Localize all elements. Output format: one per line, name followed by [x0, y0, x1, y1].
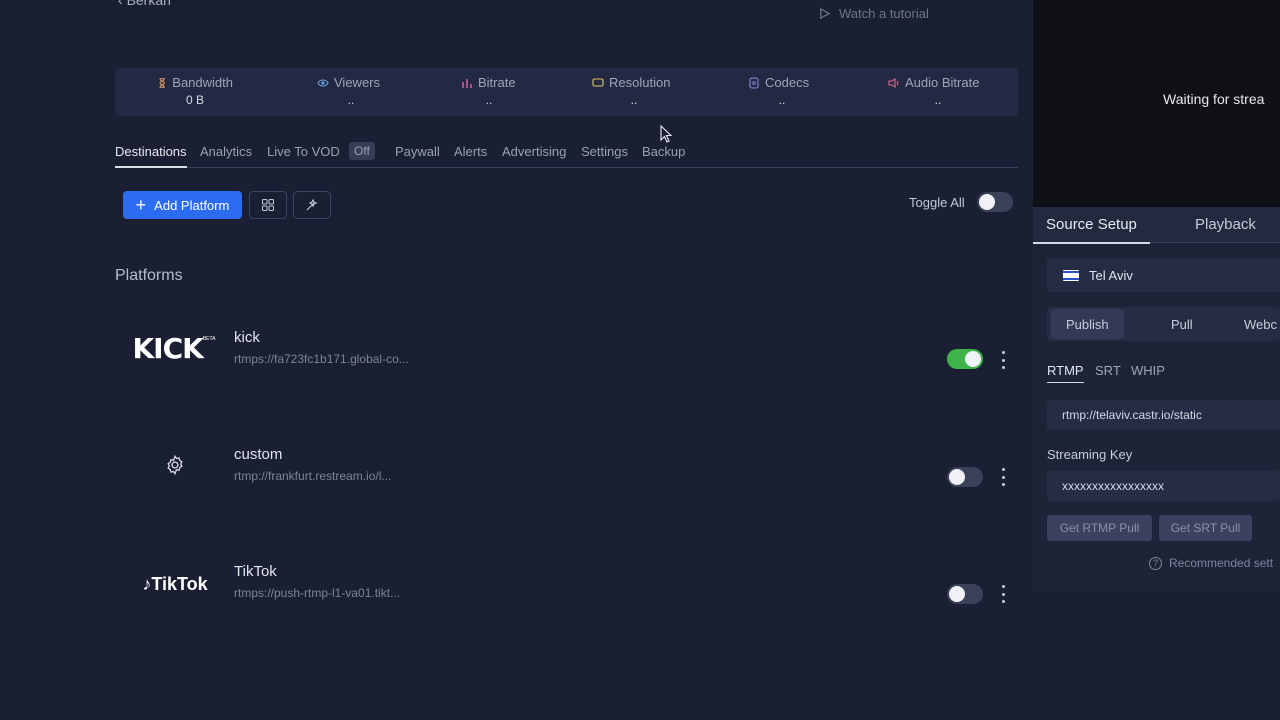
- source-panel: Source Setup Playback Tel Aviv Publish P…: [1033, 207, 1280, 592]
- get-srt-pull-button[interactable]: Get SRT Pull: [1159, 515, 1252, 541]
- tiktok-logo: ♪ TikTok: [142, 573, 208, 594]
- stat-value: 0 B: [185, 93, 204, 107]
- vod-status-badge: Off: [349, 142, 375, 160]
- protocol-whip[interactable]: WHIP: [1131, 363, 1165, 378]
- tab-advertising[interactable]: Advertising: [502, 144, 566, 159]
- stat-value: ..: [630, 93, 638, 107]
- tab-backup[interactable]: Backup: [642, 144, 685, 159]
- stat-viewers: Viewers ..: [317, 75, 385, 107]
- protocol-rtmp[interactable]: RTMP: [1047, 363, 1084, 383]
- tab-settings[interactable]: Settings: [581, 144, 628, 159]
- play-icon: [820, 7, 831, 20]
- platform-menu-button[interactable]: [1000, 351, 1006, 369]
- screen-icon: [592, 77, 604, 87]
- platform-menu-button[interactable]: [1000, 468, 1006, 486]
- switch-knob: [979, 194, 995, 210]
- stat-resolution: Resolution ..: [592, 75, 676, 107]
- stat-value: ..: [347, 93, 355, 107]
- plus-icon: +: [135, 195, 147, 215]
- switch-knob: [965, 351, 981, 367]
- stat-bandwidth: Bandwidth 0 B: [157, 75, 233, 107]
- eye-icon: [317, 78, 329, 87]
- mouse-cursor-icon: [660, 125, 672, 143]
- toggle-all-label: Toggle All: [909, 195, 965, 210]
- stream-tabs: Destinations Analytics Live To VOD Off P…: [115, 142, 1018, 168]
- stream-key-field[interactable]: xxxxxxxxxxxxxxxxx: [1047, 471, 1280, 501]
- recommended-settings-link[interactable]: ? Recommended sett: [1149, 556, 1273, 570]
- stream-preview: Waiting for strea: [1033, 0, 1280, 207]
- platform-toggle-custom[interactable]: [947, 467, 983, 487]
- add-platform-label: Add Platform: [154, 197, 230, 213]
- tab-live-to-vod[interactable]: Live To VOD: [267, 144, 340, 159]
- region-label: Tel Aviv: [1089, 267, 1133, 283]
- stat-value: ..: [485, 93, 493, 107]
- get-rtmp-pull-button[interactable]: Get RTMP Pull: [1047, 515, 1152, 541]
- stat-bitrate: Bitrate ..: [461, 75, 517, 107]
- tutorial-label: Watch a tutorial: [839, 6, 929, 21]
- platforms-heading: Platforms: [115, 267, 183, 284]
- add-platform-button[interactable]: + Add Platform: [123, 191, 242, 219]
- codec-icon: [749, 76, 759, 89]
- platform-menu-button[interactable]: [1000, 585, 1006, 603]
- tab-alerts[interactable]: Alerts: [454, 144, 487, 159]
- protocol-srt[interactable]: SRT: [1095, 363, 1121, 378]
- tab-paywall[interactable]: Paywall: [395, 144, 440, 159]
- grid-view-button[interactable]: [249, 191, 287, 219]
- tiktok-note-icon: ♪: [142, 573, 152, 594]
- stream-stats-bar: Bandwidth 0 B Viewers .. Bitrate .. Reso…: [115, 68, 1018, 116]
- preview-status: Waiting for strea: [1163, 91, 1265, 107]
- stat-value: ..: [934, 93, 942, 107]
- platform-url: rtmp://frankfurt.restream.io/l...: [234, 469, 392, 483]
- speaker-icon: [888, 77, 899, 88]
- platform-toggle-tiktok[interactable]: [947, 584, 983, 604]
- israel-flag-icon: [1063, 269, 1079, 281]
- region-selector[interactable]: Tel Aviv: [1047, 258, 1280, 292]
- gear-icon: [160, 451, 190, 479]
- platform-name: TikTok: [234, 563, 277, 580]
- source-tabs: Source Setup Playback: [1033, 207, 1280, 244]
- stat-codecs: Codecs ..: [748, 75, 816, 107]
- mode-publish[interactable]: Publish: [1051, 309, 1124, 339]
- tab-source-setup[interactable]: Source Setup: [1033, 216, 1150, 244]
- back-link[interactable]: ‹ Berkan: [118, 0, 171, 8]
- platform-url: rtmps://push-rtmp-l1-va01.tikt...: [234, 586, 401, 600]
- help-icon: ?: [1149, 556, 1162, 570]
- grid-icon: [262, 199, 274, 211]
- watch-tutorial-link[interactable]: Watch a tutorial: [818, 6, 929, 21]
- magic-wand-icon: [306, 198, 318, 211]
- platform-name: custom: [234, 446, 283, 463]
- server-url-field[interactable]: rtmp://telaviv.castr.io/static: [1047, 400, 1280, 430]
- stream-key-label: Streaming Key: [1047, 447, 1133, 462]
- stat-value: ..: [778, 93, 786, 107]
- platform-url: rtmps://fa723fc1b171.global-co...: [234, 352, 409, 366]
- mode-webcam[interactable]: Webc: [1244, 307, 1277, 341]
- toggle-all-switch[interactable]: [977, 192, 1013, 212]
- tab-destinations[interactable]: Destinations: [115, 144, 187, 168]
- platform-name: kick: [234, 329, 260, 346]
- switch-knob: [949, 586, 965, 602]
- stat-audio-bitrate: Audio Bitrate ..: [888, 75, 988, 107]
- tab-analytics[interactable]: Analytics: [200, 144, 252, 159]
- mode-pull[interactable]: Pull: [1171, 307, 1193, 341]
- hourglass-icon: [159, 77, 165, 88]
- bars-icon: [462, 78, 472, 88]
- source-mode-selector: Publish Pull Webc: [1047, 307, 1280, 341]
- back-label: Berkan: [126, 0, 171, 8]
- kick-logo: KICK BETA: [132, 331, 216, 365]
- platform-toggle-kick[interactable]: [947, 349, 983, 369]
- wand-button[interactable]: [293, 191, 331, 219]
- tab-playback[interactable]: Playback: [1195, 216, 1256, 233]
- switch-knob: [949, 469, 965, 485]
